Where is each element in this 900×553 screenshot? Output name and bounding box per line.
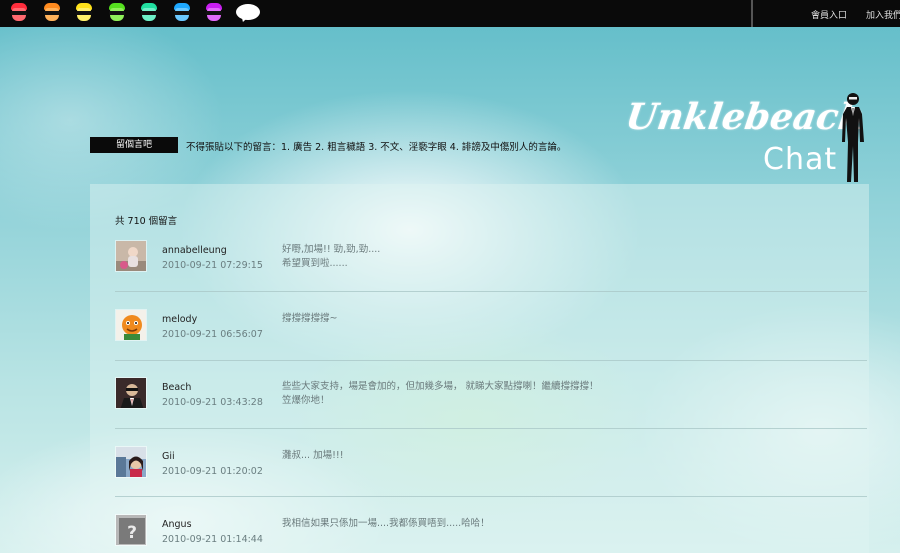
yellow-head-icon[interactable]: [75, 3, 93, 25]
entry-message: 灘叔... 加場!!!: [282, 449, 702, 463]
teal-head-icon[interactable]: [140, 3, 158, 25]
entry-message-line: 希望買到啦......: [282, 258, 348, 269]
entry-message-line: 撐撐撐撐撐~: [282, 313, 338, 324]
avatar[interactable]: [115, 377, 147, 409]
avatar[interactable]: [115, 446, 147, 478]
blue-head-icon[interactable]: [173, 3, 191, 25]
entry-username: Beach: [162, 382, 192, 393]
chat-bubble-icon[interactable]: [236, 4, 260, 20]
entry-timestamp: 2010-09-21 01:20:02: [162, 466, 263, 477]
message-count: 共 710 個留言: [115, 216, 178, 227]
entry-timestamp: 2010-09-21 01:14:44: [162, 534, 263, 545]
entry-divider: [115, 291, 867, 292]
entry-message-line: 我相信如果只係加一場....我都係買唔到.....哈哈！: [282, 518, 490, 529]
man-in-suit-icon: [842, 93, 864, 182]
entry-message-line: 笠爆你地！: [282, 395, 330, 406]
logo-unklebeach: Unklebeach: [623, 96, 868, 138]
purple-head-icon[interactable]: [205, 3, 223, 25]
orange-head-icon[interactable]: [43, 3, 61, 25]
member-login-link[interactable]: 會員入口: [811, 8, 847, 21]
join-us-link[interactable]: 加入我們: [866, 8, 900, 21]
logo-chat: Chat: [763, 142, 838, 177]
entry-username: Angus: [162, 519, 192, 530]
avatar[interactable]: ?: [115, 514, 147, 546]
entry-message: 我相信如果只係加一場....我都係買唔到.....哈哈！: [282, 517, 702, 531]
entry-message: 些些大家支持，場是會加的，但加幾多場， 就睇大家點撐喇！繼續撐撐撐！ 笠爆你地！: [282, 380, 702, 408]
entry-message-line: 些些大家支持，場是會加的，但加幾多場， 就睇大家點撐喇！繼續撐撐撐！: [282, 381, 599, 392]
entry-username: melody: [162, 314, 198, 325]
entry-username: annabelleung: [162, 245, 227, 256]
avatar[interactable]: [115, 240, 147, 272]
entry-message-line: 好嘢,加場!! 勁,勁,勁....: [282, 244, 381, 255]
red-head-icon[interactable]: [10, 3, 28, 25]
entry-message-line: 灘叔... 加場!!!: [282, 450, 344, 461]
entry-divider: [115, 496, 867, 497]
entry-timestamp: 2010-09-21 03:43:28: [162, 397, 263, 408]
entry-divider: [115, 360, 867, 361]
entry-timestamp: 2010-09-21 06:56:07: [162, 329, 263, 340]
avatar[interactable]: [115, 309, 147, 341]
entry-divider: [115, 428, 867, 429]
posting-rules: 不得張貼以下的留言：1. 廣告 2. 粗言穢語 3. 不文、淫褻字眼 4. 誹謗…: [186, 142, 567, 153]
entry-username: Gii: [162, 451, 175, 462]
entry-timestamp: 2010-09-21 07:29:15: [162, 260, 263, 271]
green-head-icon[interactable]: [108, 3, 126, 25]
guestbook-panel: [90, 184, 869, 553]
entry-message: 好嘢,加場!! 勁,勁,勁.... 希望買到啦......: [282, 243, 702, 271]
entry-message: 撐撐撐撐撐~: [282, 312, 702, 326]
svg-text:?: ?: [127, 523, 137, 543]
guestbook-tag: 留個言吧: [90, 137, 178, 153]
top-bar: 會員入口 加入我們: [0, 0, 900, 27]
top-bar-divider: [751, 0, 753, 27]
